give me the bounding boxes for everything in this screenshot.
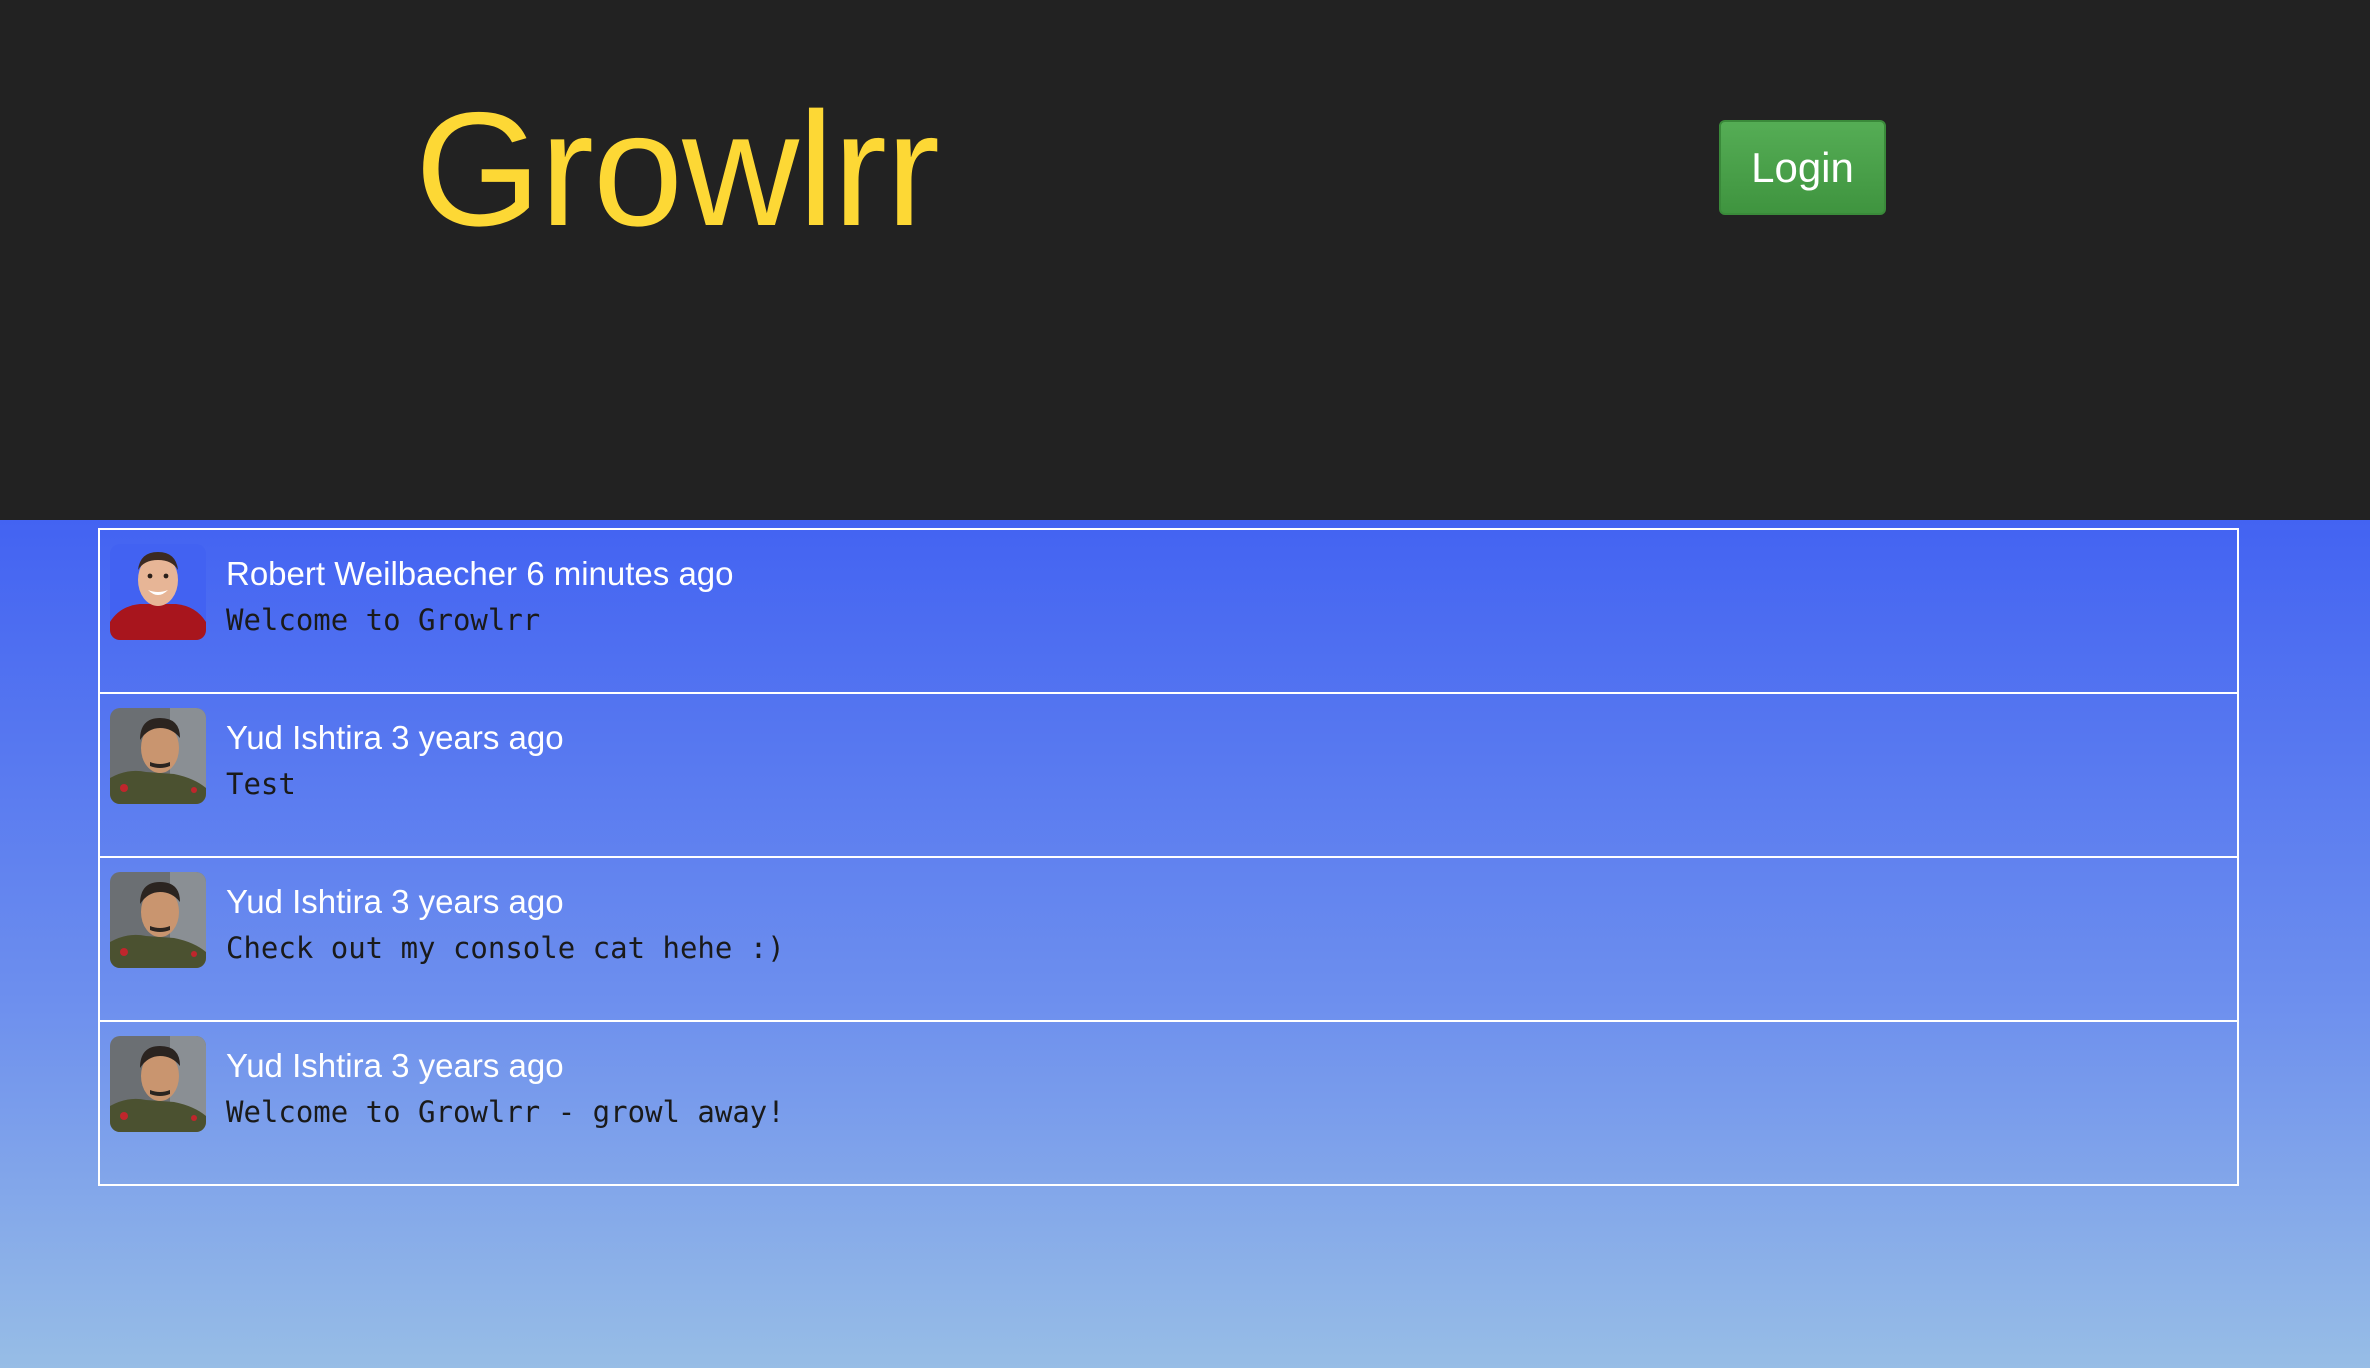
uniformed-man-avatar-icon[interactable]: [110, 872, 206, 968]
post-message: Test: [226, 767, 296, 801]
post-author[interactable]: Yud Ishtira: [226, 719, 382, 756]
post-time: 3 years ago: [391, 719, 564, 756]
post-item[interactable]: Yud Ishtira 3 years ago Test: [98, 692, 2239, 858]
login-button[interactable]: Login: [1719, 120, 1886, 215]
uniformed-man-avatar-icon[interactable]: [110, 1036, 206, 1132]
post-author[interactable]: Yud Ishtira: [226, 1047, 382, 1084]
brand-title[interactable]: Growlrr: [415, 80, 940, 260]
post-feed: Robert Weilbaecher 6 minutes ago Welcome…: [98, 528, 2239, 1186]
post-time: 3 years ago: [391, 883, 564, 920]
post-item[interactable]: Yud Ishtira 3 years ago Welcome to Growl…: [98, 1020, 2239, 1186]
post-item[interactable]: Yud Ishtira 3 years ago Check out my con…: [98, 856, 2239, 1022]
site-header: Growlrr Login: [0, 0, 2370, 520]
uniformed-man-avatar-icon[interactable]: [110, 708, 206, 804]
post-message: Check out my console cat hehe :): [226, 931, 785, 965]
post-time: 6 minutes ago: [526, 555, 734, 592]
post-time: 3 years ago: [391, 1047, 564, 1084]
post-message: Welcome to Growlrr: [226, 603, 541, 637]
post-message: Welcome to Growlrr - growl away!: [226, 1095, 785, 1129]
post-author[interactable]: Yud Ishtira: [226, 883, 382, 920]
post-meta: Yud Ishtira 3 years ago: [226, 882, 564, 922]
post-item[interactable]: Robert Weilbaecher 6 minutes ago Welcome…: [98, 528, 2239, 694]
post-meta: Yud Ishtira 3 years ago: [226, 1046, 564, 1086]
smiling-man-avatar-icon[interactable]: [110, 544, 206, 640]
post-author[interactable]: Robert Weilbaecher: [226, 555, 517, 592]
post-meta: Yud Ishtira 3 years ago: [226, 718, 564, 758]
post-meta: Robert Weilbaecher 6 minutes ago: [226, 554, 734, 594]
